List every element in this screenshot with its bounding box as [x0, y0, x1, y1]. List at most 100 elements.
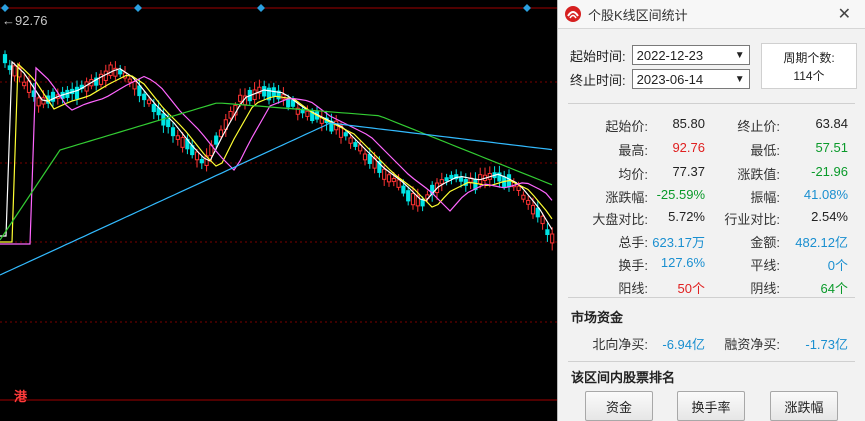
chevron-down-icon[interactable]: ▼ — [735, 74, 745, 85]
candle-body — [449, 174, 454, 180]
stat-label: 金额: — [750, 235, 780, 250]
stat-row: 换手: 127.6% 平线: 0个 — [558, 253, 858, 275]
candle-body — [401, 185, 406, 194]
stat-value: 2.54% — [811, 209, 848, 224]
ma10-line — [0, 62, 553, 243]
candle-body — [545, 229, 550, 236]
stat-label: 阳线: — [618, 281, 648, 296]
stat-value: 77.37 — [672, 164, 705, 179]
candle-body — [238, 94, 243, 102]
stat-row: 阳线: 50个 阴线: 64个 — [558, 276, 858, 298]
stat-label: 平线: — [750, 258, 780, 273]
event-marker-icon — [523, 4, 531, 12]
stat-value: 50个 — [677, 281, 705, 296]
divider — [568, 297, 855, 298]
candle-body — [382, 168, 387, 180]
stat-value: 92.76 — [672, 140, 705, 155]
stat-value: 57.51 — [815, 140, 848, 155]
rank-by-fund-button[interactable]: 资金 — [585, 391, 653, 421]
interval-stats-window: 个股K线区间统计 ✕ 起始时间: 2022-12-23 ▼ 终止时间: 2023… — [557, 0, 865, 421]
candle-body — [108, 64, 113, 76]
candle-body — [391, 178, 396, 183]
stat-label: 总手: — [618, 235, 648, 250]
northbound-label: 北向净买: — [592, 337, 648, 352]
candle-body — [74, 86, 80, 100]
stat-value: -21.96 — [811, 164, 848, 179]
stat-value: 63.84 — [815, 116, 848, 131]
start-date-value: 2022-12-23 — [636, 47, 704, 63]
end-date-value: 2023-06-14 — [636, 71, 704, 87]
stat-label: 涨跌幅: — [605, 190, 648, 205]
candle-body — [367, 153, 372, 164]
max-price-marker: ←92.76 — [2, 13, 48, 28]
stat-value: -25.59% — [656, 187, 705, 202]
stat-value: 5.72% — [668, 209, 705, 224]
hk-connect-badge: 港 — [14, 390, 28, 405]
start-date-row: 起始时间: 2022-12-23 ▼ — [570, 45, 750, 65]
stat-value: 482.12亿 — [795, 235, 848, 250]
candle-body — [353, 142, 358, 147]
chevron-down-icon[interactable]: ▼ — [735, 50, 745, 61]
candle-body — [118, 69, 123, 75]
candle-body — [127, 78, 132, 83]
margin-label: 融资净买: — [724, 337, 780, 352]
stat-label: 振幅: — [750, 190, 780, 205]
candle-body — [386, 174, 392, 183]
candle-body — [458, 177, 464, 182]
close-icon[interactable]: ✕ — [838, 4, 851, 24]
stat-label: 终止价: — [737, 119, 780, 134]
ranking-title: 该区间内股票排名 — [571, 370, 676, 385]
end-date-select[interactable]: 2023-06-14 ▼ — [631, 69, 750, 89]
candle-body — [540, 215, 545, 225]
candle-body — [444, 177, 449, 182]
margin-value: -1.73亿 — [805, 337, 848, 352]
rank-by-turnover-button[interactable]: 换手率 — [677, 391, 745, 421]
window-title: 个股K线区间统计 — [588, 7, 688, 23]
candle-body — [36, 97, 41, 107]
candle-body — [521, 194, 526, 200]
window-titlebar[interactable]: 个股K线区间统计 ✕ — [558, 0, 865, 29]
fund-row: 北向净买: -6.94亿 融资净买: -1.73亿 — [558, 332, 858, 354]
stat-value: 64个 — [820, 281, 848, 296]
candle-body — [180, 137, 185, 148]
stat-value: 41.08% — [803, 187, 848, 202]
candle-body — [535, 207, 540, 218]
candle-body — [420, 199, 425, 207]
candle-body — [348, 137, 353, 144]
candle-body — [410, 193, 416, 206]
stat-value: 85.80 — [672, 116, 705, 131]
stat-row: 大盘对比: 5.72% 行业对比: 2.54% — [558, 207, 858, 229]
period-count-box: 周期个数: 114个 — [761, 43, 857, 89]
candle-body — [142, 93, 147, 101]
stat-row: 均价: 77.37 涨跌值: -21.96 — [558, 162, 858, 184]
stat-label: 行业对比: — [724, 212, 780, 227]
divider — [568, 361, 855, 362]
ma30-line — [0, 102, 553, 241]
stat-label: 阴线: — [750, 281, 780, 296]
kline-chart-canvas[interactable] — [0, 0, 557, 421]
candle-body — [146, 99, 152, 105]
stat-label: 最低: — [750, 143, 780, 158]
period-count-label: 周期个数: — [783, 51, 835, 65]
candle-body — [175, 135, 180, 140]
candle-body — [2, 54, 8, 64]
candle-body — [7, 65, 12, 71]
candle-body — [166, 119, 171, 128]
event-marker-icon — [1, 4, 9, 12]
end-date-label: 终止时间: — [570, 72, 626, 88]
stat-label: 涨跌值: — [737, 167, 780, 182]
start-date-select[interactable]: 2022-12-23 ▼ — [631, 45, 750, 65]
stat-row: 总手: 623.17万 金额: 482.12亿 — [558, 230, 858, 252]
candle-body — [305, 110, 310, 117]
stat-value: 623.17万 — [652, 235, 705, 250]
stat-row: 最高: 92.76 最低: 57.51 — [558, 138, 858, 160]
stat-value: 127.6% — [660, 255, 705, 270]
kline-chart[interactable]: ←92.76 港 — [0, 0, 557, 421]
candle-body — [516, 185, 521, 191]
candle-body — [286, 99, 291, 108]
candle-body — [12, 65, 17, 77]
stat-row: 起始价: 85.80 终止价: 63.84 — [558, 114, 858, 136]
rank-by-change-button[interactable]: 涨跌幅 — [770, 391, 838, 421]
candle-body — [396, 179, 401, 188]
candle-body — [170, 127, 176, 137]
